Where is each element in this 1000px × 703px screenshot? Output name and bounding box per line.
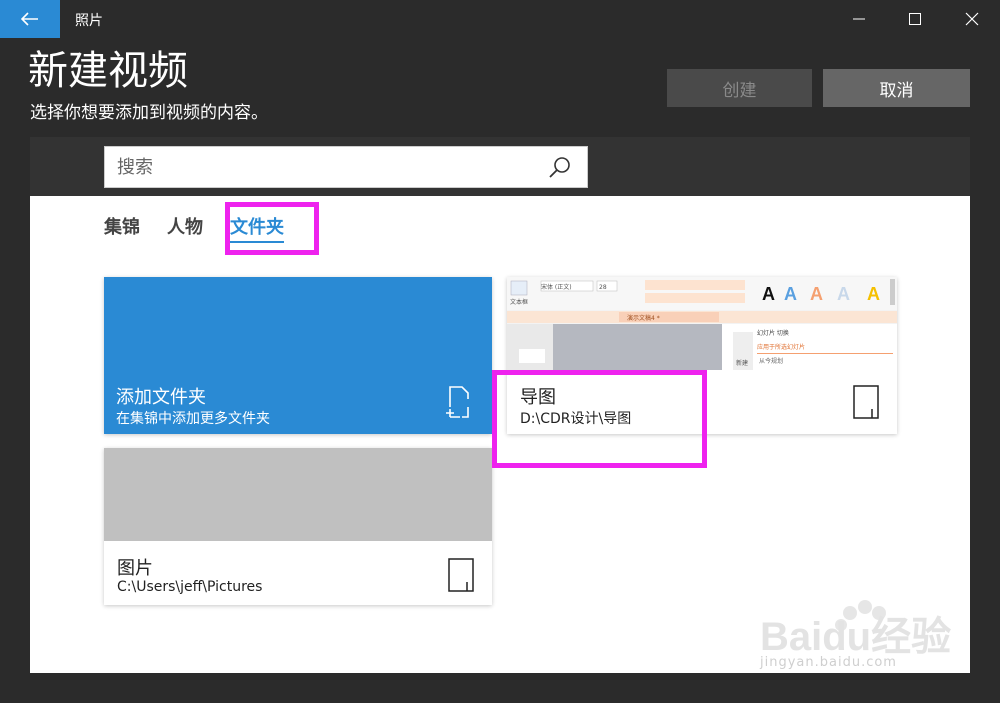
minimize-icon xyxy=(853,18,865,20)
card-title: 图片 xyxy=(117,558,153,579)
close-icon xyxy=(965,12,979,26)
card-path: C:\Users\jeff\Pictures xyxy=(117,579,263,595)
folder-thumbnail: A A A A A 宋体 (正文) 28 文本框 演示文稿4 * 新建 幻灯片 xyxy=(507,277,897,370)
thumbnail-tab-title: 演示文稿4 * xyxy=(627,314,660,322)
thumbnail-panel-title: 幻灯片 切换 xyxy=(757,329,789,337)
tab-people[interactable]: 人物 xyxy=(167,213,203,243)
folder-icon xyxy=(448,558,474,592)
back-button[interactable] xyxy=(0,0,60,38)
search-box[interactable] xyxy=(104,146,588,188)
folder-icon xyxy=(853,385,879,419)
back-arrow-icon xyxy=(21,12,38,26)
content-panel: 集锦 人物 文件夹 添加文件夹 在集锦中添加更多文件夹 A A A xyxy=(30,137,970,673)
close-button[interactable] xyxy=(947,0,997,38)
title-bar: 照片 xyxy=(0,0,1000,38)
add-folder-icon xyxy=(446,386,469,418)
search-bar-area xyxy=(30,137,970,196)
minimize-button[interactable] xyxy=(834,0,884,38)
page-title: 新建视频 xyxy=(28,48,188,94)
add-folder-card[interactable]: 添加文件夹 在集锦中添加更多文件夹 xyxy=(104,277,492,434)
tab-collections[interactable]: 集锦 xyxy=(104,213,140,243)
create-button[interactable]: 创建 xyxy=(667,69,812,107)
thumbnail-new-slide: 新建 xyxy=(736,359,748,367)
search-input[interactable] xyxy=(117,147,537,187)
thumbnail-panel-item-2: 从今规划 xyxy=(759,357,783,365)
page-subtitle: 选择你想要添加到视频的内容。 xyxy=(30,103,268,123)
folder-card-pictures[interactable]: 图片 C:\Users\jeff\Pictures xyxy=(104,448,492,605)
cancel-button[interactable]: 取消 xyxy=(823,69,970,107)
app-title: 照片 xyxy=(75,13,103,29)
thumbnail-panel-item: 应用于所选幻灯片 xyxy=(757,343,805,351)
maximize-button[interactable] xyxy=(890,0,940,38)
svg-text:A: A xyxy=(784,284,797,304)
tab-highlight-box xyxy=(225,202,319,255)
card-title: 添加文件夹 xyxy=(116,387,206,408)
svg-text:A: A xyxy=(867,284,880,304)
card-highlight-box xyxy=(492,370,707,468)
folder-thumbnail xyxy=(104,448,492,541)
svg-text:A: A xyxy=(762,284,775,304)
watermark-url: jingyan.baidu.com xyxy=(760,655,897,670)
maximize-icon xyxy=(909,13,921,25)
thumbnail-text-box: 文本框 xyxy=(510,298,528,306)
search-icon[interactable] xyxy=(549,156,571,178)
card-description: 在集锦中添加更多文件夹 xyxy=(116,411,270,427)
thumbnail-font-name: 宋体 (正文) xyxy=(541,283,572,291)
thumbnail-font-size: 28 xyxy=(599,284,607,291)
thumbnail-screenshot: A A A A A 宋体 (正文) 28 文本框 演示文稿4 * 新建 幻灯片 xyxy=(507,277,897,370)
svg-text:A: A xyxy=(810,284,823,304)
watermark-brand: Baidu经验 xyxy=(760,615,951,659)
svg-text:A: A xyxy=(837,284,850,304)
